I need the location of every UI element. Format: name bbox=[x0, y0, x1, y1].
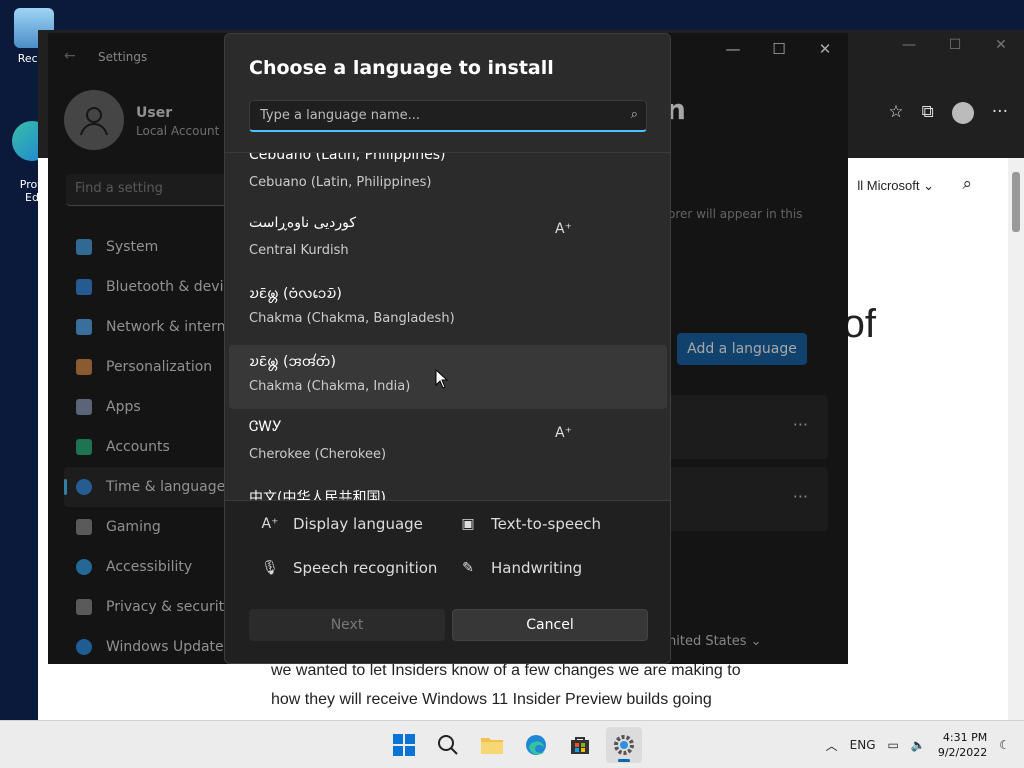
folder-icon bbox=[481, 738, 503, 754]
gear-icon bbox=[614, 735, 634, 755]
next-button[interactable]: Next bbox=[249, 609, 445, 641]
search-icon: ⌕ bbox=[630, 107, 638, 122]
maximize-icon[interactable]: ☐ bbox=[932, 30, 978, 60]
network-icon[interactable]: ▭ bbox=[888, 738, 899, 752]
list-item[interactable]: 中文(中华人民共和国) bbox=[229, 481, 667, 500]
page-scrollbar[interactable] bbox=[1008, 158, 1024, 720]
list-item[interactable]: 𑄌𑄋𑄴𑄟𑄳𑄦 (𑄝𑄁𑄣𑄘𑄬𑄌𑄴) Chakma (Chakma, Banglad… bbox=[229, 277, 667, 341]
taskbar-apps bbox=[386, 727, 642, 763]
text-to-speech-icon: ▣ bbox=[461, 516, 475, 532]
scrollbar-thumb[interactable] bbox=[1012, 172, 1020, 232]
list-item[interactable]: Cebuano (Latin, Philippines) Cebuano (La… bbox=[229, 153, 667, 205]
collections-icon[interactable]: ⧉ bbox=[922, 102, 934, 124]
choose-language-dialog: Choose a language to install ⌕ Cebuano (… bbox=[224, 33, 671, 664]
search-icon[interactable]: ⌕ bbox=[962, 174, 972, 194]
windows-logo-icon bbox=[393, 734, 415, 756]
settings-button[interactable] bbox=[606, 727, 642, 763]
file-explorer-button[interactable] bbox=[474, 727, 510, 763]
dialog-title: Choose a language to install bbox=[249, 57, 554, 79]
focus-assist-icon[interactable]: ☾ bbox=[999, 738, 1010, 752]
language-search-box: ⌕ bbox=[249, 100, 647, 132]
close-icon[interactable]: ✕ bbox=[978, 30, 1024, 60]
article-text-line: we wanted to let Insiders know of a few … bbox=[271, 662, 741, 679]
feature-speech-recognition: 🎙 Speech recognition bbox=[259, 559, 437, 577]
favorites-star-icon[interactable]: ☆ bbox=[888, 102, 903, 124]
language-list[interactable]: Cebuano (Latin, Philippines) Cebuano (La… bbox=[225, 152, 670, 500]
store-bag-icon bbox=[571, 737, 589, 754]
display-language-icon: A⁺ bbox=[261, 516, 279, 532]
volume-icon[interactable]: 🔈 bbox=[911, 738, 926, 752]
all-microsoft-link[interactable]: ll Microsoft ⌄ bbox=[857, 178, 934, 194]
display-language-icon: A⁺ bbox=[555, 221, 572, 237]
edge-icon bbox=[526, 735, 546, 755]
language-features-panel: A⁺ Display language ▣ Text-to-speech 🎙 Spee… bbox=[225, 500, 670, 663]
article-text-line: how they will receive Windows 11 Insider… bbox=[271, 691, 712, 708]
store-button[interactable] bbox=[562, 727, 598, 763]
handwriting-icon: ✎ bbox=[462, 560, 474, 576]
minimize-icon[interactable]: — bbox=[886, 30, 932, 60]
browser-window-controls: — ☐ ✕ bbox=[886, 30, 1024, 60]
language-search-input[interactable] bbox=[250, 101, 600, 129]
feature-handwriting: ✎ Handwriting bbox=[457, 559, 582, 577]
search-icon bbox=[438, 735, 458, 755]
taskbar: ︿ ENG ▭ 🔈 4:31 PM 9/2/2022 ☾ bbox=[0, 720, 1024, 768]
more-icon[interactable]: ··· bbox=[992, 102, 1008, 124]
chevron-up-icon[interactable]: ︿ bbox=[826, 737, 838, 754]
browser-toolbar: ☆ ⧉ ··· bbox=[888, 102, 1024, 124]
system-tray: ︿ ENG ▭ 🔈 4:31 PM 9/2/2022 ☾ bbox=[826, 721, 1010, 768]
start-button[interactable] bbox=[386, 727, 422, 763]
feature-display-language: A⁺ Display language bbox=[259, 515, 423, 533]
list-item[interactable]: ᏣᎳᎩ Cherokee (Cherokee) A⁺ bbox=[229, 413, 667, 477]
mouse-cursor-icon bbox=[435, 369, 449, 389]
display-language-icon: A⁺ bbox=[555, 425, 572, 441]
input-language[interactable]: ENG bbox=[850, 738, 876, 752]
feature-text-to-speech: ▣ Text-to-speech bbox=[457, 515, 601, 533]
profile-icon[interactable] bbox=[951, 102, 974, 124]
list-item[interactable]: کوردیی ناوەڕاست Central Kurdish A⁺ bbox=[229, 209, 667, 273]
cancel-button[interactable]: Cancel bbox=[452, 609, 648, 641]
clock[interactable]: 4:31 PM 9/2/2022 bbox=[938, 730, 987, 760]
edge-button[interactable] bbox=[518, 727, 554, 763]
search-button[interactable] bbox=[430, 727, 466, 763]
microphone-icon: 🎙 bbox=[261, 560, 279, 576]
